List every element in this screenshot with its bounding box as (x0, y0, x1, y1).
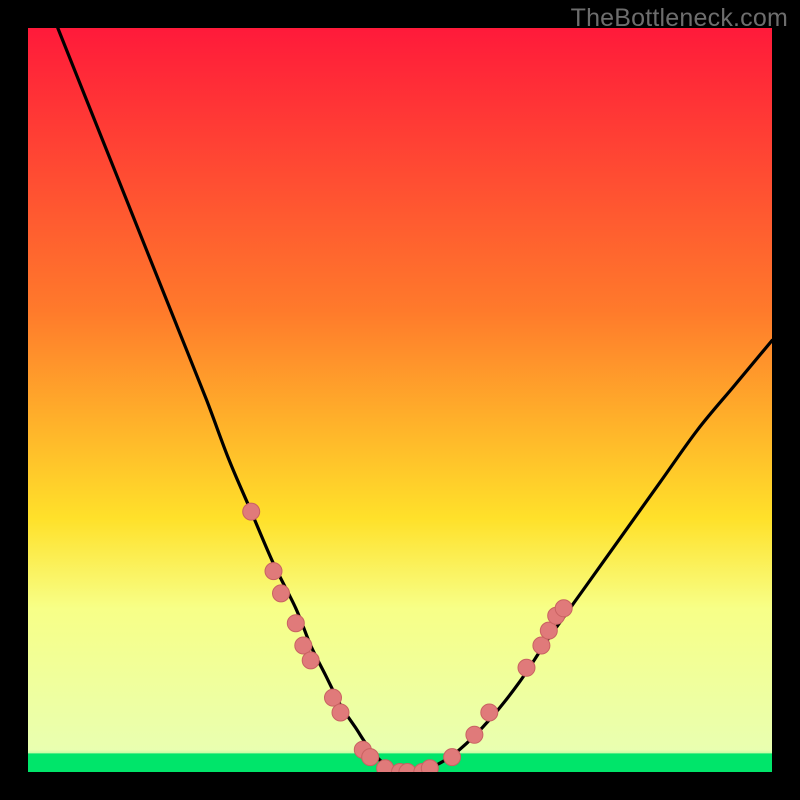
data-marker (362, 749, 379, 766)
bottleneck-chart (28, 28, 772, 772)
data-marker (481, 704, 498, 721)
data-marker (555, 600, 572, 617)
data-marker (325, 689, 342, 706)
data-marker (265, 563, 282, 580)
chart-frame: TheBottleneck.com (0, 0, 800, 800)
data-marker (421, 760, 438, 772)
data-marker (243, 503, 260, 520)
data-marker (533, 637, 550, 654)
data-marker (287, 615, 304, 632)
data-marker (332, 704, 349, 721)
data-marker (273, 585, 290, 602)
gradient-background (28, 28, 772, 772)
data-marker (377, 760, 394, 772)
data-marker (302, 652, 319, 669)
data-marker (295, 637, 312, 654)
data-marker (518, 659, 535, 676)
data-marker (444, 749, 461, 766)
data-marker (466, 726, 483, 743)
